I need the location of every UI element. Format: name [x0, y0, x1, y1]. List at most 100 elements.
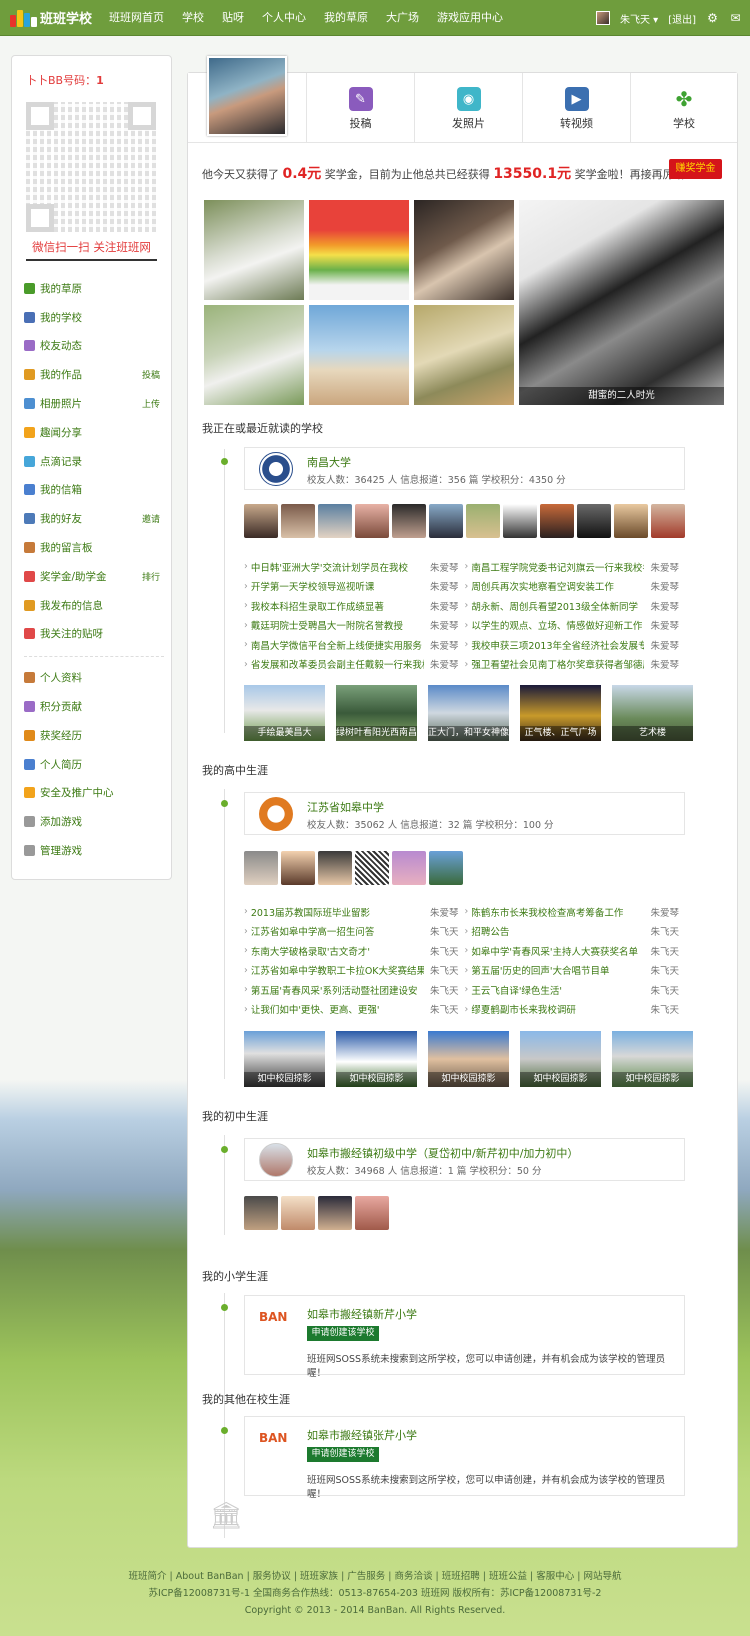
school-card-rugao[interactable]: 江苏省如皋中学 校友人数：35062 人 信息报道：32 篇 学校积分：100 … — [244, 792, 685, 835]
sidebar-item-a-10[interactable]: 奖学金/助学金 排行 — [24, 562, 164, 591]
mail-icon[interactable]: ✉ — [729, 11, 742, 25]
news-item[interactable]: › 江苏省如皋中学教职工卡拉OK大奖赛结果公 朱飞天 — [244, 963, 465, 978]
avatar[interactable] — [244, 504, 278, 538]
news-item[interactable]: › 我校本科招生录取工作成绩显著 朱爱琴 — [244, 599, 465, 613]
news-title[interactable]: 中日韩'亚洲大学'交流计划学员在我校 — [251, 560, 424, 574]
school-scene-photo[interactable]: 如中校园掠影 — [244, 1031, 325, 1087]
sidebar-item-b-2[interactable]: 获奖经历 — [24, 721, 164, 750]
sidebar-item-a-2[interactable]: 校友动态 — [24, 332, 164, 361]
news-author[interactable]: 朱爱琴 — [650, 599, 679, 613]
avatar[interactable] — [244, 851, 278, 885]
news-author[interactable]: 朱飞天 — [430, 963, 459, 977]
school-name[interactable]: 如皋市搬经镇新芹小学 — [307, 1306, 417, 1322]
apply-create-school-button[interactable]: 申请创建该学校 — [307, 1326, 379, 1341]
user-avatar[interactable] — [595, 11, 610, 25]
news-item[interactable]: › 陈鹤东市长来我校检查高考筹备工作 朱爱琴 — [465, 905, 686, 919]
news-author[interactable]: 朱飞天 — [650, 924, 679, 938]
news-item[interactable]: › 第五届'历史的回声'大合唱节目单 朱飞天 — [465, 963, 686, 978]
avatar[interactable] — [281, 1196, 315, 1230]
news-title[interactable]: 南昌大学微信平台全新上线便捷实用服务 — [251, 638, 424, 652]
news-item[interactable]: › 以学生的观点、立场、情感做好迎新工作 朱爱琴 — [465, 618, 686, 633]
sidebar-item-a-7[interactable]: 我的信箱 — [24, 476, 164, 505]
avatar[interactable] — [355, 851, 389, 885]
avatar[interactable] — [466, 504, 500, 538]
sidebar-item-a-11[interactable]: 我发布的信息 — [24, 591, 164, 620]
news-item[interactable]: › 南昌大学微信平台全新上线便捷实用服务 朱爱琴 — [244, 638, 465, 652]
news-author[interactable]: 朱爱琴 — [650, 657, 679, 671]
avatar[interactable] — [355, 504, 389, 538]
sidebar-item-b-1[interactable]: 积分贡献 — [24, 692, 164, 721]
news-item[interactable]: › 南昌工程学院党委书记刘旗云一行来我校考 朱爱琴 — [465, 560, 686, 574]
news-title[interactable]: 南昌工程学院党委书记刘旗云一行来我校考 — [471, 560, 644, 574]
sidebar-item-a-1[interactable]: 我的学校 — [24, 303, 164, 332]
school-name[interactable]: 江苏省如皋中学 — [307, 799, 384, 815]
school-scene-photo[interactable]: 手绘最美昌大 — [244, 685, 325, 741]
news-title[interactable]: 强卫看望社会见南丁格尔奖章获得者邹德凤 — [471, 657, 644, 671]
avatar[interactable] — [318, 504, 352, 538]
school-scene-photo[interactable]: 正大门，和平女神像 — [428, 685, 509, 741]
profile-photo[interactable] — [207, 56, 287, 136]
nav-plaza[interactable]: 大广场 — [377, 0, 428, 36]
avatar[interactable] — [318, 851, 352, 885]
news-author[interactable]: 朱爱琴 — [650, 618, 679, 632]
news-item[interactable]: › 王云飞自译'绿色生活' 朱飞天 — [465, 983, 686, 997]
sidebar-item-tag[interactable]: 邀请 — [142, 512, 160, 525]
avatar[interactable] — [540, 504, 574, 538]
news-author[interactable]: 朱飞天 — [430, 944, 459, 958]
avatar[interactable] — [429, 851, 463, 885]
sidebar-item-a-3[interactable]: 我的作品 投稿 — [24, 360, 164, 389]
sidebar-item-tag[interactable]: 上传 — [142, 397, 160, 410]
news-item[interactable]: › 东南大学破格录取'古文奇才' 朱飞天 — [244, 944, 465, 958]
logout-link[interactable]: [退出] — [668, 11, 696, 26]
news-title[interactable]: 江苏省如皋中学高一招生问答 — [251, 924, 424, 938]
sidebar-item-a-5[interactable]: 趣闻分享 — [24, 418, 164, 447]
nav-home[interactable]: 班班网首页 — [100, 0, 173, 36]
news-item[interactable]: › 胡永新、周创兵看望2013级全体新同学 朱爱琴 — [465, 599, 686, 613]
school-scene-photo[interactable]: 绿树叶看阳光西南昌 — [336, 685, 417, 741]
news-title[interactable]: 第五届'青春风采'系列活动暨社团建设安 — [251, 983, 424, 997]
avatar[interactable] — [244, 1196, 278, 1230]
news-item[interactable]: › 如皋中学'青春风采'主持人大赛获奖名单 朱飞天 — [465, 944, 686, 958]
school-scene-photo[interactable]: 如中校园掠影 — [612, 1031, 693, 1087]
news-item[interactable]: › 戴廷玥院士受聘昌大一附院名誉教授 朱爱琴 — [244, 618, 465, 633]
sidebar-item-a-4[interactable]: 相册照片 上传 — [24, 389, 164, 418]
tab-submit[interactable]: ✎ 投稿 — [306, 73, 414, 143]
nav-tieya[interactable]: 贴呀 — [213, 0, 253, 36]
avatar[interactable] — [614, 504, 648, 538]
news-item[interactable]: › 中日韩'亚洲大学'交流计划学员在我校 朱爱琴 — [244, 560, 465, 574]
news-title[interactable]: 王云飞自译'绿色生活' — [471, 983, 644, 997]
album-photo-3[interactable] — [414, 200, 514, 300]
sidebar-item-a-12[interactable]: 我关注的贴呀 — [24, 620, 164, 649]
news-author[interactable]: 朱飞天 — [430, 924, 459, 938]
avatar[interactable] — [392, 851, 426, 885]
news-author[interactable]: 朱爱琴 — [650, 560, 679, 574]
avatar[interactable] — [281, 851, 315, 885]
sidebar-item-b-4[interactable]: 安全及推广中心 — [24, 779, 164, 808]
school-scene-photo[interactable]: 如中校园掠影 — [428, 1031, 509, 1087]
news-title[interactable]: 开学第一天学校领导巡视听课 — [251, 579, 424, 593]
news-item[interactable]: › 第五届'青春风采'系列活动暨社团建设安 朱飞天 — [244, 983, 465, 997]
news-title[interactable]: 第五届'历史的回声'大合唱节目单 — [471, 963, 644, 977]
news-title[interactable]: 2013届苏教国际班毕业留影 — [251, 905, 424, 919]
news-author[interactable]: 朱爱琴 — [430, 560, 459, 574]
album-photo-2[interactable] — [309, 200, 409, 300]
school-name[interactable]: 如皋市搬经镇初级中学（夏岱初中/新芹初中/加力初中） — [307, 1145, 578, 1161]
news-item[interactable]: › 开学第一天学校领导巡视听课 朱爱琴 — [244, 579, 465, 594]
avatar[interactable] — [503, 504, 537, 538]
news-title[interactable]: 缪夏鹤副市长来我校调研 — [471, 1002, 644, 1016]
sidebar-item-tag[interactable]: 排行 — [142, 570, 160, 583]
album-photo-1[interactable] — [204, 200, 304, 300]
news-title[interactable]: 让我们如中'更快、更高、更强' — [251, 1002, 424, 1016]
school-card-ncu[interactable]: 南昌大学 校友人数：36425 人 信息报道：356 篇 学校积分：4350 分 — [244, 447, 685, 490]
news-item[interactable]: › 强卫看望社会见南丁格尔奖章获得者邹德凤 朱爱琴 — [465, 657, 686, 672]
sidebar-item-b-0[interactable]: 个人资料 — [24, 663, 164, 692]
news-title[interactable]: 以学生的观点、立场、情感做好迎新工作 — [471, 618, 644, 632]
school-name[interactable]: 如皋市搬经镇张芹小学 — [307, 1427, 417, 1443]
tab-post-photo[interactable]: ◉ 发照片 — [414, 73, 522, 143]
news-item[interactable]: › 让我们如中'更快、更高、更强' 朱飞天 — [244, 1002, 465, 1017]
avatar[interactable] — [318, 1196, 352, 1230]
news-author[interactable]: 朱飞天 — [650, 983, 679, 997]
user-name-dropdown[interactable]: 朱飞天 ▾ — [620, 11, 658, 26]
news-author[interactable]: 朱飞天 — [650, 963, 679, 977]
avatar[interactable] — [355, 1196, 389, 1230]
